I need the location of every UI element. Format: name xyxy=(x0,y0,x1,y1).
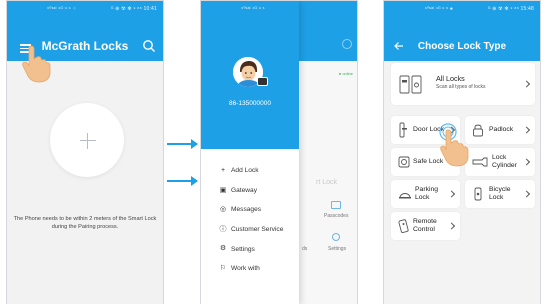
parking-lock-label: Parking Lock xyxy=(415,186,439,201)
status-left: ⁶⁰ˢᵃˡ ⁴ᴳ ᵘ ⁶ xyxy=(241,6,265,12)
menu-item-add-lock[interactable]: + Add Lock xyxy=(201,161,299,181)
message-icon: ◎ xyxy=(219,206,227,214)
status-left: ⁶⁰ˢᵃˡ ⁴ᴳ ᵘ ⁶ ● xyxy=(424,6,454,12)
side-drawer: ⁶⁰ˢᵃˡ ⁴ᴳ ᵘ ⁶ 86-135000000 + Add Lock ▣ G… xyxy=(201,1,299,304)
pairing-hint: The Phone needs to be within 2 meters of… xyxy=(13,216,157,230)
online-status: ● online xyxy=(338,71,353,76)
menu-item-label: Gateway xyxy=(231,186,258,194)
status-bar: ⁶⁰ˢᵃˡ ⁴ᴳ ᵘ ⁶ ● ᴳ ⊕ ☢ ✻ ⁹ ⁸⁸ 15:48 xyxy=(384,1,540,17)
menu-item-work-with[interactable]: ⚐ Work with xyxy=(201,259,299,279)
all-locks-label: All Locks xyxy=(436,74,465,83)
parking-lock-icon xyxy=(399,193,411,199)
chevron-right-icon xyxy=(522,126,531,134)
door-lock-icon xyxy=(399,122,407,138)
bookmark-icon: ⚐ xyxy=(219,264,227,272)
bicycle-lock-label: Bicycle Lock xyxy=(489,186,511,201)
parking-lock-option[interactable]: Parking Lock xyxy=(391,180,460,208)
bicycle-lock-icon xyxy=(474,187,482,201)
menu-item-label: Work with xyxy=(231,265,260,273)
padlock-icon xyxy=(473,124,483,137)
status-bar: ⁶⁰ˢᵃˡ ⁴ᴳ ᵘ ⁶ xyxy=(201,1,299,17)
chevron-right-icon xyxy=(522,190,531,198)
background-settings-label: Settings xyxy=(328,246,347,252)
settings-icon xyxy=(332,233,340,241)
account-phone-number: 86-135000000 xyxy=(229,100,271,107)
camera-icon[interactable] xyxy=(257,77,268,86)
menu-item-label: Add Lock xyxy=(231,167,259,175)
info-icon: ⓘ xyxy=(219,225,227,233)
tutorial-stage: ⁶⁰ˢᵃˡ ⁴ᴳ ᵘ ⁶ ⁘ ᴳ ⊕ ☢ ✻ ⁹ ⁸⁸ 10:41 McGrat… xyxy=(0,0,546,304)
all-locks-option[interactable]: All Locks Scan all types of locks xyxy=(391,63,535,105)
search-icon[interactable] xyxy=(142,39,156,53)
chevron-right-icon xyxy=(522,80,531,88)
status-left: ⁶⁰ˢᵃˡ ⁴ᴳ ᵘ ⁶ ⁘ xyxy=(47,6,77,12)
background-ds-label: ds xyxy=(302,246,308,252)
arrow-to-gateway xyxy=(167,176,198,186)
gear-icon xyxy=(342,39,352,49)
passcodes-label: Passcodes xyxy=(324,213,349,219)
tap-hand-icon xyxy=(439,123,469,167)
padlock-label: Padlock xyxy=(489,126,514,133)
remote-control-icon xyxy=(398,219,409,233)
page-title: Choose Lock Type xyxy=(417,41,507,52)
gateway-icon: ▣ xyxy=(219,186,227,194)
status-bar: ⁶⁰ˢᵃˡ ⁴ᴳ ᵘ ⁶ ⁘ ᴳ ⊕ ☢ ✻ ⁹ ⁸⁸ 10:41 xyxy=(7,1,163,17)
menu-item-label: Settings xyxy=(231,245,255,253)
menu-item-label: Messages xyxy=(231,206,262,214)
drawer-screen: ● online rt Lock Passcodes ds Settings ⁶… xyxy=(200,0,358,304)
remote-control-label: Remote Control xyxy=(413,218,437,233)
add-lock-button[interactable] xyxy=(50,103,124,177)
arrow-to-add-lock xyxy=(167,139,198,149)
tap-hand-icon xyxy=(22,45,51,83)
bicycle-lock-option[interactable]: Bicycle Lock xyxy=(465,180,535,208)
lock-cylinder-label: Lock Cylinder xyxy=(492,154,517,169)
passcode-icon xyxy=(331,201,341,209)
lock-cylinder-icon xyxy=(472,157,488,167)
status-right: ᴳ ⊕ ☢ ✻ ⁹ ⁸⁸ 15:48 xyxy=(487,6,534,12)
all-locks-subtitle: Scan all types of locks xyxy=(436,84,486,90)
remote-control-option[interactable]: Remote Control xyxy=(391,212,460,240)
choose-lock-type-screen: ⁶⁰ˢᵃˡ ⁴ᴳ ᵘ ⁶ ● ᴳ ⊕ ☢ ✻ ⁹ ⁸⁸ 15:48 Choose… xyxy=(383,0,541,304)
background-lock-text: rt Lock xyxy=(316,179,338,186)
drawer-menu: + Add Lock ▣ Gateway ◎ Messages ⓘ Custom… xyxy=(201,161,299,279)
drawer-header: ⁶⁰ˢᵃˡ ⁴ᴳ ᵘ ⁶ 86-135000000 xyxy=(201,1,299,149)
lock-cylinder-option[interactable]: Lock Cylinder xyxy=(465,148,535,176)
chevron-right-icon xyxy=(522,158,531,166)
menu-item-gateway[interactable]: ▣ Gateway xyxy=(201,181,299,201)
status-right: ᴳ ⊕ ☢ ✻ ⁹ ⁸⁸ 10:41 xyxy=(110,6,157,12)
plus-icon: + xyxy=(220,166,226,174)
home-screen: ⁶⁰ˢᵃˡ ⁴ᴳ ᵘ ⁶ ⁘ ᴳ ⊕ ☢ ✻ ⁹ ⁸⁸ 10:41 McGrat… xyxy=(6,0,164,304)
safe-lock-icon xyxy=(398,156,410,168)
menu-item-settings[interactable]: ⚙ Settings xyxy=(201,239,299,259)
gear-icon: ⚙ xyxy=(219,245,227,253)
chevron-right-icon xyxy=(447,222,456,230)
menu-item-customer-service[interactable]: ⓘ Customer Service xyxy=(201,220,299,240)
menu-item-label: Customer Service xyxy=(231,226,284,234)
padlock-option[interactable]: Padlock xyxy=(465,116,535,144)
chevron-right-icon xyxy=(447,190,456,198)
all-locks-icon xyxy=(399,75,422,94)
menu-item-messages[interactable]: ◎ Messages xyxy=(201,200,299,220)
